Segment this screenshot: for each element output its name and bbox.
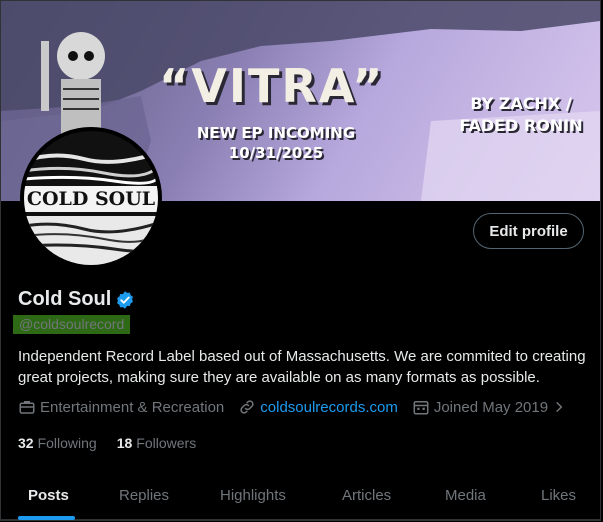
tab-posts[interactable]: Posts	[28, 470, 69, 520]
profile-tabs: Posts Replies Highlights Articles Media …	[0, 470, 601, 521]
following-label: Following	[37, 435, 97, 451]
calendar-icon	[413, 401, 429, 415]
banner-subtitle-line2: 10/31/2025	[228, 144, 324, 162]
tab-articles[interactable]: Articles	[342, 470, 391, 520]
following-link[interactable]: 32 Following	[18, 435, 97, 451]
tab-highlights[interactable]: Highlights	[220, 470, 286, 520]
followers-link[interactable]: 18 Followers	[117, 435, 196, 451]
followers-label: Followers	[136, 435, 197, 451]
joined-item[interactable]: Joined May 2019	[412, 398, 570, 416]
active-tab-indicator	[18, 516, 75, 520]
avatar[interactable]: COLD SOUL	[20, 127, 162, 269]
category-item: Entertainment & Recreation	[18, 398, 224, 416]
followers-count: 18	[116, 435, 133, 451]
username-handle: @coldsoulrecord	[13, 315, 131, 334]
joined-label: Joined May 2019	[433, 398, 549, 416]
profile-bio: Independent Record Label based out of Ma…	[18, 348, 586, 386]
website-link[interactable]: coldsoulrecords.com	[260, 399, 398, 416]
banner-credit-line2: FADED RONIN	[459, 116, 583, 135]
profile-meta: Entertainment & Recreation coldsoulrecor…	[18, 398, 584, 416]
name-row: Cold Soul	[18, 288, 135, 311]
follow-counts: 32 Following 18 Followers	[18, 435, 196, 451]
link-icon	[240, 400, 254, 414]
website-item[interactable]: coldsoulrecords.com	[238, 398, 398, 416]
tab-replies[interactable]: Replies	[119, 470, 169, 520]
banner-title: “VITRA”	[159, 59, 385, 113]
banner-subtitle: NEW EP INCOMING 10/31/2025	[196, 123, 356, 163]
verified-badge-icon[interactable]	[115, 290, 135, 310]
briefcase-icon	[19, 401, 35, 414]
category-label: Entertainment & Recreation	[40, 398, 225, 416]
following-count: 32	[18, 435, 34, 451]
chevron-right-icon[interactable]	[552, 400, 566, 414]
tab-media[interactable]: Media	[445, 470, 486, 520]
banner-credit-line1: BY ZACHX /	[470, 94, 572, 113]
display-name: Cold Soul	[18, 288, 112, 310]
tab-likes[interactable]: Likes	[541, 470, 576, 520]
avatar-label: COLD SOUL	[24, 186, 158, 212]
banner-credit: BY ZACHX / FADED RONIN	[451, 93, 591, 137]
banner-subtitle-line1: NEW EP INCOMING	[196, 124, 356, 142]
edit-profile-button[interactable]: Edit profile	[473, 213, 584, 249]
